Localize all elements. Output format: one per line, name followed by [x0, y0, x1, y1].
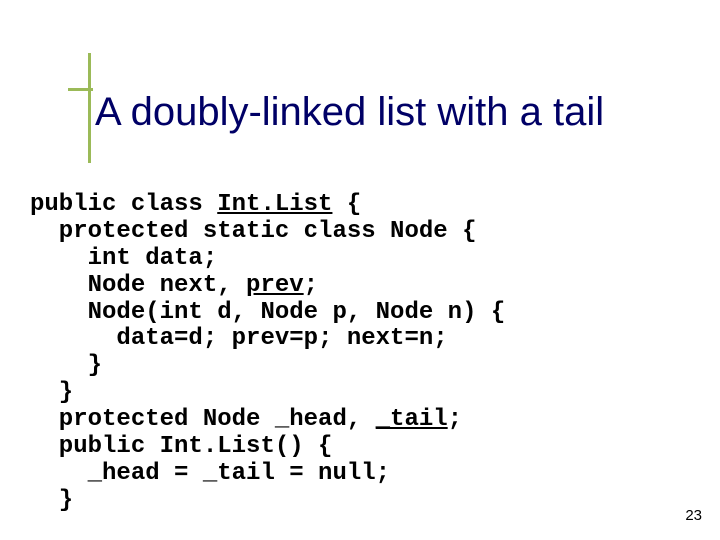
code-line-4c: ; — [304, 272, 318, 299]
code-line-10: public Int.List() { — [30, 433, 332, 460]
code-line-9a: protected Node _head, — [30, 406, 376, 433]
decorative-bar-vertical — [88, 53, 91, 163]
code-line-9b: _tail — [376, 406, 448, 433]
code-line-12: } — [30, 487, 73, 514]
slide: A doubly-linked list with a tail public … — [0, 0, 720, 540]
code-line-2: protected static class Node { — [30, 218, 476, 245]
code-line-4b: prev — [246, 272, 304, 299]
code-line-1b: Int.List — [217, 191, 332, 218]
code-line-1c: { — [332, 191, 361, 218]
code-line-7: } — [30, 352, 102, 379]
code-line-11: _head = _tail = null; — [30, 460, 390, 487]
page-number: 23 — [685, 507, 702, 524]
code-block: public class Int.List { protected static… — [30, 192, 690, 515]
code-line-4a: Node next, — [30, 272, 246, 299]
code-line-1a: public class — [30, 191, 217, 218]
code-line-5: Node(int d, Node p, Node n) { — [30, 299, 505, 326]
title-area: A doubly-linked list with a tail — [95, 90, 700, 134]
code-text: public class Int.List { protected static… — [30, 192, 690, 515]
code-line-6: data=d; prev=p; next=n; — [30, 325, 448, 352]
decorative-bar-horizontal — [68, 88, 93, 91]
code-line-9c: ; — [448, 406, 462, 433]
slide-title: A doubly-linked list with a tail — [95, 90, 700, 134]
code-line-3: int data; — [30, 245, 217, 272]
code-line-8: } — [30, 379, 73, 406]
